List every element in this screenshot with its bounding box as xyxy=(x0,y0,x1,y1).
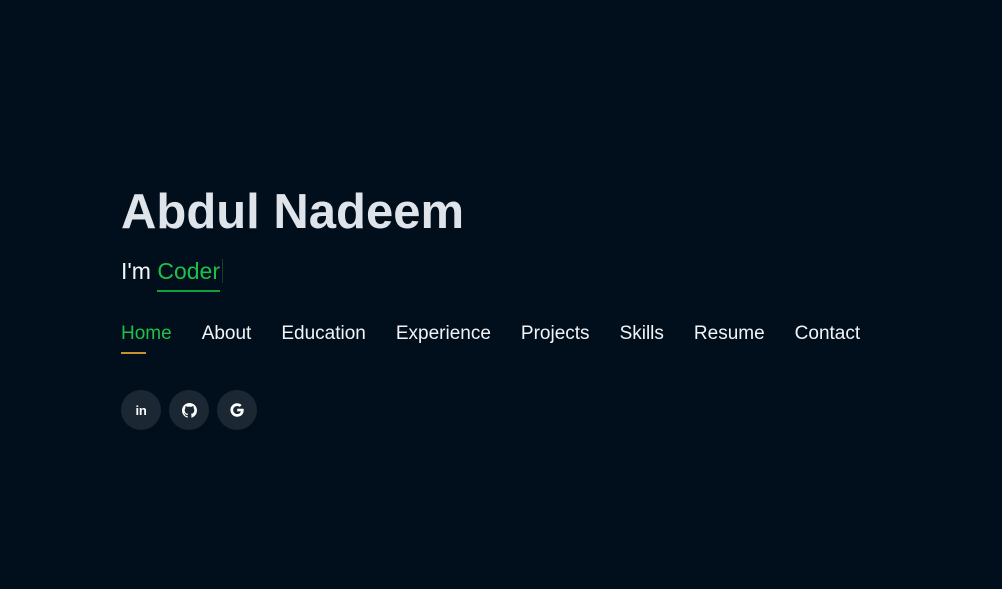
linkedin-icon: in xyxy=(135,402,147,418)
nav-item-experience[interactable]: Experience xyxy=(396,322,491,346)
github-button[interactable] xyxy=(169,390,209,430)
typing-cursor xyxy=(222,259,223,283)
tagline-prefix: I'm xyxy=(121,258,158,284)
hero-name: Abdul Nadeem xyxy=(121,185,465,239)
hero-tagline: I'm Coder xyxy=(121,256,223,292)
github-icon xyxy=(181,402,197,418)
google-button[interactable] xyxy=(217,390,257,430)
nav-item-skills[interactable]: Skills xyxy=(620,322,664,346)
google-icon xyxy=(230,403,244,417)
nav-item-contact[interactable]: Contact xyxy=(795,322,860,346)
main-nav: Home About Education Experience Projects… xyxy=(121,322,890,354)
nav-item-education[interactable]: Education xyxy=(281,322,366,346)
social-links: in xyxy=(121,390,257,430)
nav-item-about[interactable]: About xyxy=(202,322,252,346)
linkedin-button[interactable]: in xyxy=(121,390,161,430)
nav-item-projects[interactable]: Projects xyxy=(521,322,590,346)
nav-item-resume[interactable]: Resume xyxy=(694,322,765,346)
nav-item-home[interactable]: Home xyxy=(121,322,172,354)
typed-role: Coder xyxy=(157,256,220,292)
